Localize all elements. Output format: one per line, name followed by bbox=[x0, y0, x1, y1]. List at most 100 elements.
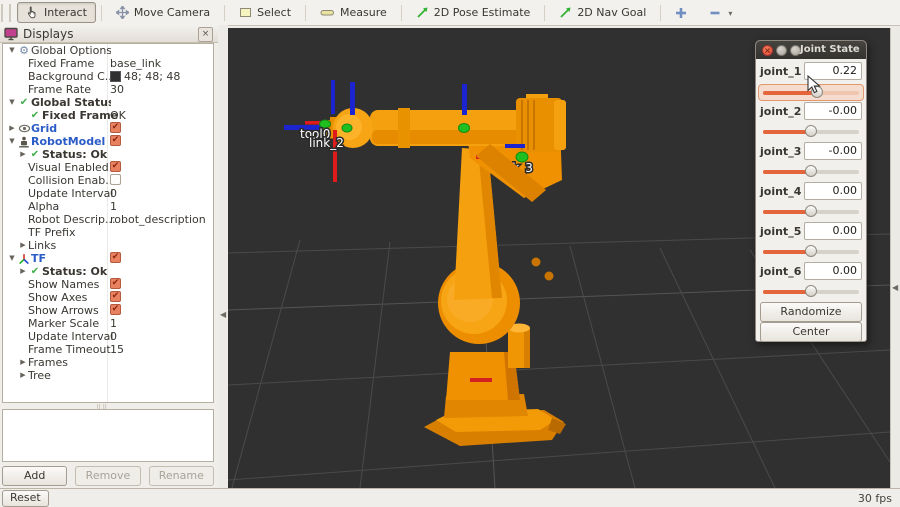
color-swatch[interactable] bbox=[110, 71, 121, 82]
tree-row[interactable]: Frame Rate30 bbox=[3, 83, 213, 96]
tree-row[interactable]: Show Names✔ bbox=[3, 278, 213, 291]
tool-2d-pose-estimate[interactable]: 2D Pose Estimate bbox=[407, 2, 540, 23]
tree-row[interactable]: Show Axes✔ bbox=[3, 291, 213, 304]
tree-row[interactable]: Alpha1 bbox=[3, 200, 213, 213]
expander-closed-icon[interactable]: ▶ bbox=[18, 356, 28, 369]
tree-row[interactable]: Update Interval0 bbox=[3, 187, 213, 200]
expander-closed-icon[interactable]: ▶ bbox=[7, 122, 17, 135]
tree-row[interactable]: ▶✔Status: Ok bbox=[3, 148, 213, 161]
expander-closed-icon[interactable]: ▶ bbox=[18, 239, 28, 252]
tool-2d-nav-goal[interactable]: 2D Nav Goal bbox=[550, 2, 655, 23]
tree-row[interactable]: Show Arrows✔ bbox=[3, 304, 213, 317]
tree-row[interactable]: Marker Scale1 bbox=[3, 317, 213, 330]
tool-move-camera[interactable]: Move Camera bbox=[107, 2, 219, 23]
right-panel-strip[interactable]: ◀ bbox=[890, 28, 900, 488]
tree-row[interactable]: Visual Enabled✔ bbox=[3, 161, 213, 174]
tree-row[interactable]: ▼✔Global Status:... bbox=[3, 96, 213, 109]
checkbox-checked[interactable]: ✔ bbox=[110, 278, 121, 289]
tree-row-label: Status: Ok bbox=[42, 265, 107, 278]
checkbox-checked[interactable]: ✔ bbox=[110, 252, 121, 263]
tree-row-name: Marker Scale bbox=[3, 317, 122, 330]
left-panel-splitter[interactable]: ◀ bbox=[218, 25, 228, 488]
displays-panel: Displays × ▼⚙Global OptionsFixed Frameba… bbox=[0, 25, 218, 488]
checkbox-checked[interactable]: ✔ bbox=[110, 161, 121, 172]
tree-row[interactable]: Collision Enab... bbox=[3, 174, 213, 187]
slider-handle[interactable] bbox=[805, 245, 817, 257]
tf-x-axis bbox=[470, 378, 492, 382]
tree-row-label: Marker Scale bbox=[28, 317, 99, 330]
joint-label-joint_4: joint_4 bbox=[760, 185, 801, 198]
joint-value-field-joint_5[interactable]: 0.00 bbox=[804, 222, 862, 240]
collapse-right-icon[interactable]: ◀ bbox=[892, 283, 898, 292]
center-button[interactable]: Center bbox=[760, 322, 862, 342]
collapse-left-icon[interactable]: ◀ bbox=[220, 310, 226, 319]
toolbar-separator bbox=[224, 5, 225, 21]
tree-row[interactable]: ✔Fixed FrameOK bbox=[3, 109, 213, 122]
expander-open-icon[interactable]: ▼ bbox=[7, 44, 17, 57]
tree-row[interactable]: ▶Links bbox=[3, 239, 213, 252]
joint-slider-joint_2[interactable] bbox=[759, 124, 863, 139]
add-button[interactable]: Add bbox=[2, 466, 67, 486]
checkbox-checked[interactable]: ✔ bbox=[110, 291, 121, 302]
caret-down-icon[interactable]: ▾ bbox=[726, 6, 732, 19]
expander-open-icon[interactable]: ▼ bbox=[7, 96, 17, 109]
slider-handle[interactable] bbox=[805, 285, 817, 297]
joint-slider-joint_6[interactable] bbox=[759, 284, 863, 299]
tree-row-name: ✔Fixed Frame bbox=[3, 109, 122, 122]
close-icon[interactable]: × bbox=[198, 27, 213, 42]
joint-slider-joint_5[interactable] bbox=[759, 244, 863, 259]
tree-row[interactable]: ▶Tree bbox=[3, 369, 213, 382]
tool-select[interactable]: Select bbox=[230, 2, 300, 23]
tree-row[interactable]: Fixed Framebase_link bbox=[3, 57, 213, 70]
randomize-button[interactable]: Randomize bbox=[760, 302, 862, 322]
expander-closed-icon[interactable]: ▶ bbox=[18, 265, 28, 278]
reset-button[interactable]: Reset bbox=[2, 490, 49, 507]
tree-row[interactable]: ▼TF✔ bbox=[3, 252, 213, 265]
tree-row[interactable]: ▶Grid✔ bbox=[3, 122, 213, 135]
expander-open-icon[interactable]: ▼ bbox=[7, 135, 17, 148]
toolbar-grip[interactable] bbox=[1, 4, 11, 22]
tree-row[interactable]: ▶Frames bbox=[3, 356, 213, 369]
slider-handle[interactable] bbox=[805, 205, 817, 217]
tree-row-label: Fixed Frame bbox=[42, 109, 118, 122]
plus-tool[interactable] bbox=[666, 2, 696, 23]
tree-row[interactable]: ▶✔Status: Ok bbox=[3, 265, 213, 278]
checkbox-checked[interactable]: ✔ bbox=[110, 135, 121, 146]
tree-row[interactable]: TF Prefix bbox=[3, 226, 213, 239]
checkbox-checked[interactable]: ✔ bbox=[110, 304, 121, 315]
joint-slider-joint_4[interactable] bbox=[759, 204, 863, 219]
tree-row[interactable]: Background C...48; 48; 48 bbox=[3, 70, 213, 83]
tree-row[interactable]: Update Interval0 bbox=[3, 330, 213, 343]
tree-row[interactable]: Frame Timeout15 bbox=[3, 343, 213, 356]
window-close-icon[interactable]: × bbox=[762, 45, 773, 56]
toolbar: Interact Move Camera Select Measure 2D Pose … bbox=[0, 0, 900, 26]
toolbar-separator bbox=[401, 5, 402, 21]
slider-handle[interactable] bbox=[805, 125, 817, 137]
checkbox-unchecked[interactable] bbox=[110, 174, 121, 185]
window-minimize-icon[interactable] bbox=[776, 45, 787, 56]
tree-row-name: Update Interval bbox=[3, 330, 122, 343]
minus-tool[interactable]: ▾ bbox=[700, 2, 741, 23]
tree-row[interactable]: ▼⚙Global Options bbox=[3, 44, 213, 57]
joint-slider-joint_3[interactable] bbox=[759, 164, 863, 179]
tree-row-label: Links bbox=[28, 239, 56, 252]
tree-row[interactable]: Robot Descrip...robot_description bbox=[3, 213, 213, 226]
tool-measure[interactable]: Measure bbox=[311, 2, 396, 23]
expander-closed-icon[interactable]: ▶ bbox=[18, 369, 28, 382]
slider-handle[interactable] bbox=[805, 165, 817, 177]
joint-value-field-joint_4[interactable]: 0.00 bbox=[804, 182, 862, 200]
joint-value-field-joint_2[interactable]: -0.00 bbox=[804, 102, 862, 120]
check-icon: ✔ bbox=[28, 111, 42, 121]
joint-value-field-joint_6[interactable]: 0.00 bbox=[804, 262, 862, 280]
expander-closed-icon[interactable]: ▶ bbox=[18, 148, 28, 161]
move-camera-icon bbox=[116, 6, 129, 19]
tree-row-value-text: OK bbox=[110, 109, 126, 122]
joint-label-joint_2: joint_2 bbox=[760, 105, 801, 118]
joint-window-title-bar[interactable]: × Joint State bbox=[756, 41, 866, 59]
checkbox-checked[interactable]: ✔ bbox=[110, 122, 121, 133]
tree-row[interactable]: ▼RobotModel✔ bbox=[3, 135, 213, 148]
tool-interact[interactable]: Interact bbox=[17, 2, 96, 23]
joint-value-field-joint_3[interactable]: -0.00 bbox=[804, 142, 862, 160]
expander-open-icon[interactable]: ▼ bbox=[7, 252, 17, 265]
remove-button: Remove bbox=[75, 466, 140, 486]
